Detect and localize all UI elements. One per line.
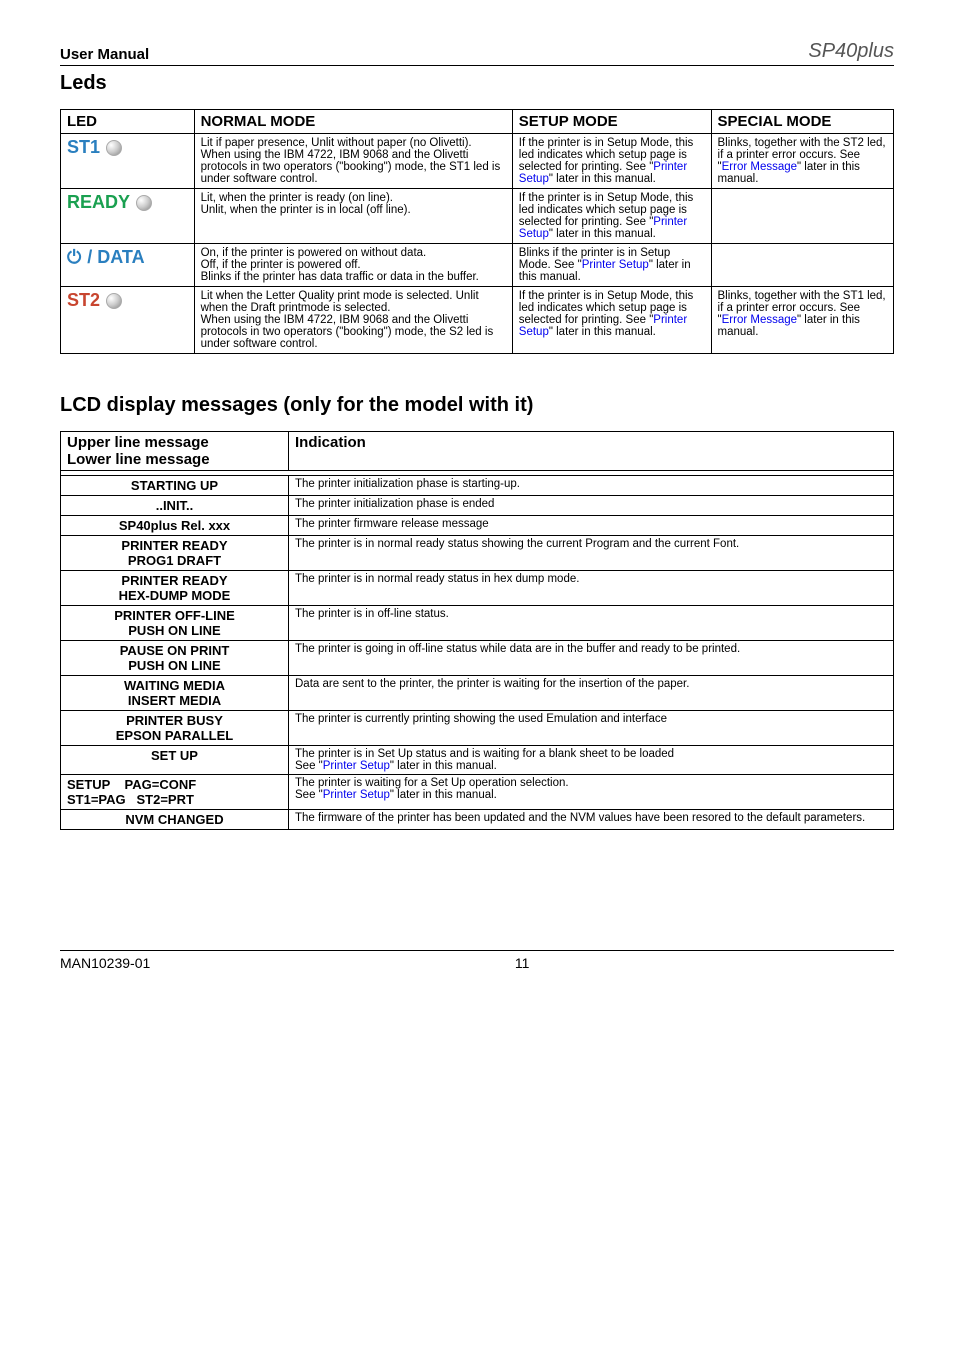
col-setup: SETUP MODE (512, 110, 711, 134)
col-message: Upper line message Lower line message (61, 432, 289, 471)
message-cell: SP40plus Rel. xxx (61, 516, 289, 536)
message-cell: PAUSE ON PRINTPUSH ON LINE (61, 641, 289, 676)
led-label-cell: READY (61, 189, 195, 244)
lcd-row: SET UPThe printer is in Set Up status an… (61, 746, 894, 775)
lcd-row: PAUSE ON PRINTPUSH ON LINEThe printer is… (61, 641, 894, 676)
error-message-link[interactable]: Error Message (722, 161, 797, 173)
page-header: User Manual SP40plus (60, 40, 894, 66)
col-indication: Indication (289, 432, 894, 471)
message-cell: PRINTER OFF-LINEPUSH ON LINE (61, 606, 289, 641)
page-footer: MAN10239-01 11 (60, 950, 894, 971)
leds-table: LED NORMAL MODE SETUP MODE SPECIAL MODE … (60, 109, 894, 354)
led-row: ST1 Lit if paper presence, Unlit without… (61, 134, 894, 189)
power-icon: ⏻ (67, 247, 81, 268)
message-cell: PRINTER BUSYEPSON PARALLEL (61, 711, 289, 746)
lcd-row: ..INIT..The printer initialization phase… (61, 496, 894, 516)
indication-cell: The printer is currently printing showin… (289, 711, 894, 746)
lcd-row: NVM CHANGEDThe firmware of the printer h… (61, 810, 894, 830)
lcd-row: SETUP PAG=CONF ST1=PAG ST2=PRTThe printe… (61, 775, 894, 810)
led-row: ST2 Lit when the Letter Quality print mo… (61, 287, 894, 354)
error-message-link[interactable]: Error Message (722, 314, 797, 326)
lcd-row: PRINTER READYPROG1 DRAFTThe printer is i… (61, 536, 894, 571)
message-cell: PRINTER READYPROG1 DRAFT (61, 536, 289, 571)
message-cell: PRINTER READYHEX-DUMP MODE (61, 571, 289, 606)
indication-cell: The printer initialization phase is ende… (289, 496, 894, 516)
led-label-cell: ⏻ / DATA (61, 244, 195, 287)
footer-center: 11 (515, 955, 530, 971)
printer-setup-link[interactable]: Printer Setup (323, 760, 390, 772)
printer-setup-link[interactable]: Printer Setup (582, 259, 649, 271)
indication-cell: The printer is in normal ready status sh… (289, 536, 894, 571)
normal-mode-cell: Lit if paper presence, Unlit without pap… (194, 134, 512, 189)
led-label: ⏻ / DATA (67, 247, 145, 268)
lcd-row: PRINTER READYHEX-DUMP MODEThe printer is… (61, 571, 894, 606)
message-cell: ..INIT.. (61, 496, 289, 516)
setup-mode-cell: If the printer is in Setup Mode, this le… (512, 134, 711, 189)
lcd-row: PRINTER BUSYEPSON PARALLELThe printer is… (61, 711, 894, 746)
leds-heading: Leds (60, 72, 894, 95)
lcd-table: Upper line message Lower line message In… (60, 431, 894, 830)
led-label-cell: ST1 (61, 134, 195, 189)
indication-cell: The printer is in off-line status. (289, 606, 894, 641)
indication-cell: The printer is waiting for a Set Up oper… (289, 775, 894, 810)
led-label: ST1 (67, 137, 122, 158)
lcd-row: PRINTER OFF-LINEPUSH ON LINEThe printer … (61, 606, 894, 641)
lcd-row: SP40plus Rel. xxxThe printer firmware re… (61, 516, 894, 536)
led-label: READY (67, 192, 152, 213)
header-left: User Manual (60, 46, 149, 63)
indication-cell: Data are sent to the printer, the printe… (289, 676, 894, 711)
message-cell: NVM CHANGED (61, 810, 289, 830)
message-cell: SET UP (61, 746, 289, 775)
printer-setup-link[interactable]: Printer Setup (519, 216, 687, 240)
lcd-row: STARTING UPThe printer initialization ph… (61, 476, 894, 496)
normal-mode-cell: Lit, when the printer is ready (on line)… (194, 189, 512, 244)
normal-mode-cell: On, if the printer is powered on without… (194, 244, 512, 287)
indication-cell: The printer firmware release message (289, 516, 894, 536)
led-row: READY Lit, when the printer is ready (on… (61, 189, 894, 244)
col-normal: NORMAL MODE (194, 110, 512, 134)
special-mode-cell: Blinks, together with the ST2 led, if a … (711, 134, 893, 189)
led-dot-icon (106, 140, 122, 156)
special-mode-cell (711, 244, 893, 287)
indication-cell: The printer initialization phase is star… (289, 476, 894, 496)
product-logo: SP40plus (808, 40, 894, 63)
setup-mode-cell: If the printer is in Setup Mode, this le… (512, 189, 711, 244)
message-cell: STARTING UP (61, 476, 289, 496)
special-mode-cell (711, 189, 893, 244)
led-dot-icon (136, 195, 152, 211)
message-cell: SETUP PAG=CONF ST1=PAG ST2=PRT (61, 775, 289, 810)
indication-cell: The printer is in Set Up status and is w… (289, 746, 894, 775)
printer-setup-link[interactable]: Printer Setup (519, 161, 687, 185)
normal-mode-cell: Lit when the Letter Quality print mode i… (194, 287, 512, 354)
col-led: LED (61, 110, 195, 134)
led-label: ST2 (67, 290, 122, 311)
led-row: ⏻ / DATA On, if the printer is powered on… (61, 244, 894, 287)
indication-cell: The firmware of the printer has been upd… (289, 810, 894, 830)
printer-setup-link[interactable]: Printer Setup (519, 314, 687, 338)
printer-setup-link[interactable]: Printer Setup (323, 789, 390, 801)
setup-mode-cell: If the printer is in Setup Mode, this le… (512, 287, 711, 354)
special-mode-cell: Blinks, together with the ST1 led, if a … (711, 287, 893, 354)
footer-left: MAN10239-01 (60, 955, 150, 971)
indication-cell: The printer is going in off-line status … (289, 641, 894, 676)
lcd-heading: LCD display messages (only for the model… (60, 394, 894, 417)
led-label-cell: ST2 (61, 287, 195, 354)
message-cell: WAITING MEDIAINSERT MEDIA (61, 676, 289, 711)
col-special: SPECIAL MODE (711, 110, 893, 134)
led-dot-icon (106, 293, 122, 309)
setup-mode-cell: Blinks if the printer is in Setup Mode. … (512, 244, 711, 287)
lcd-row: WAITING MEDIAINSERT MEDIAData are sent t… (61, 676, 894, 711)
indication-cell: The printer is in normal ready status in… (289, 571, 894, 606)
